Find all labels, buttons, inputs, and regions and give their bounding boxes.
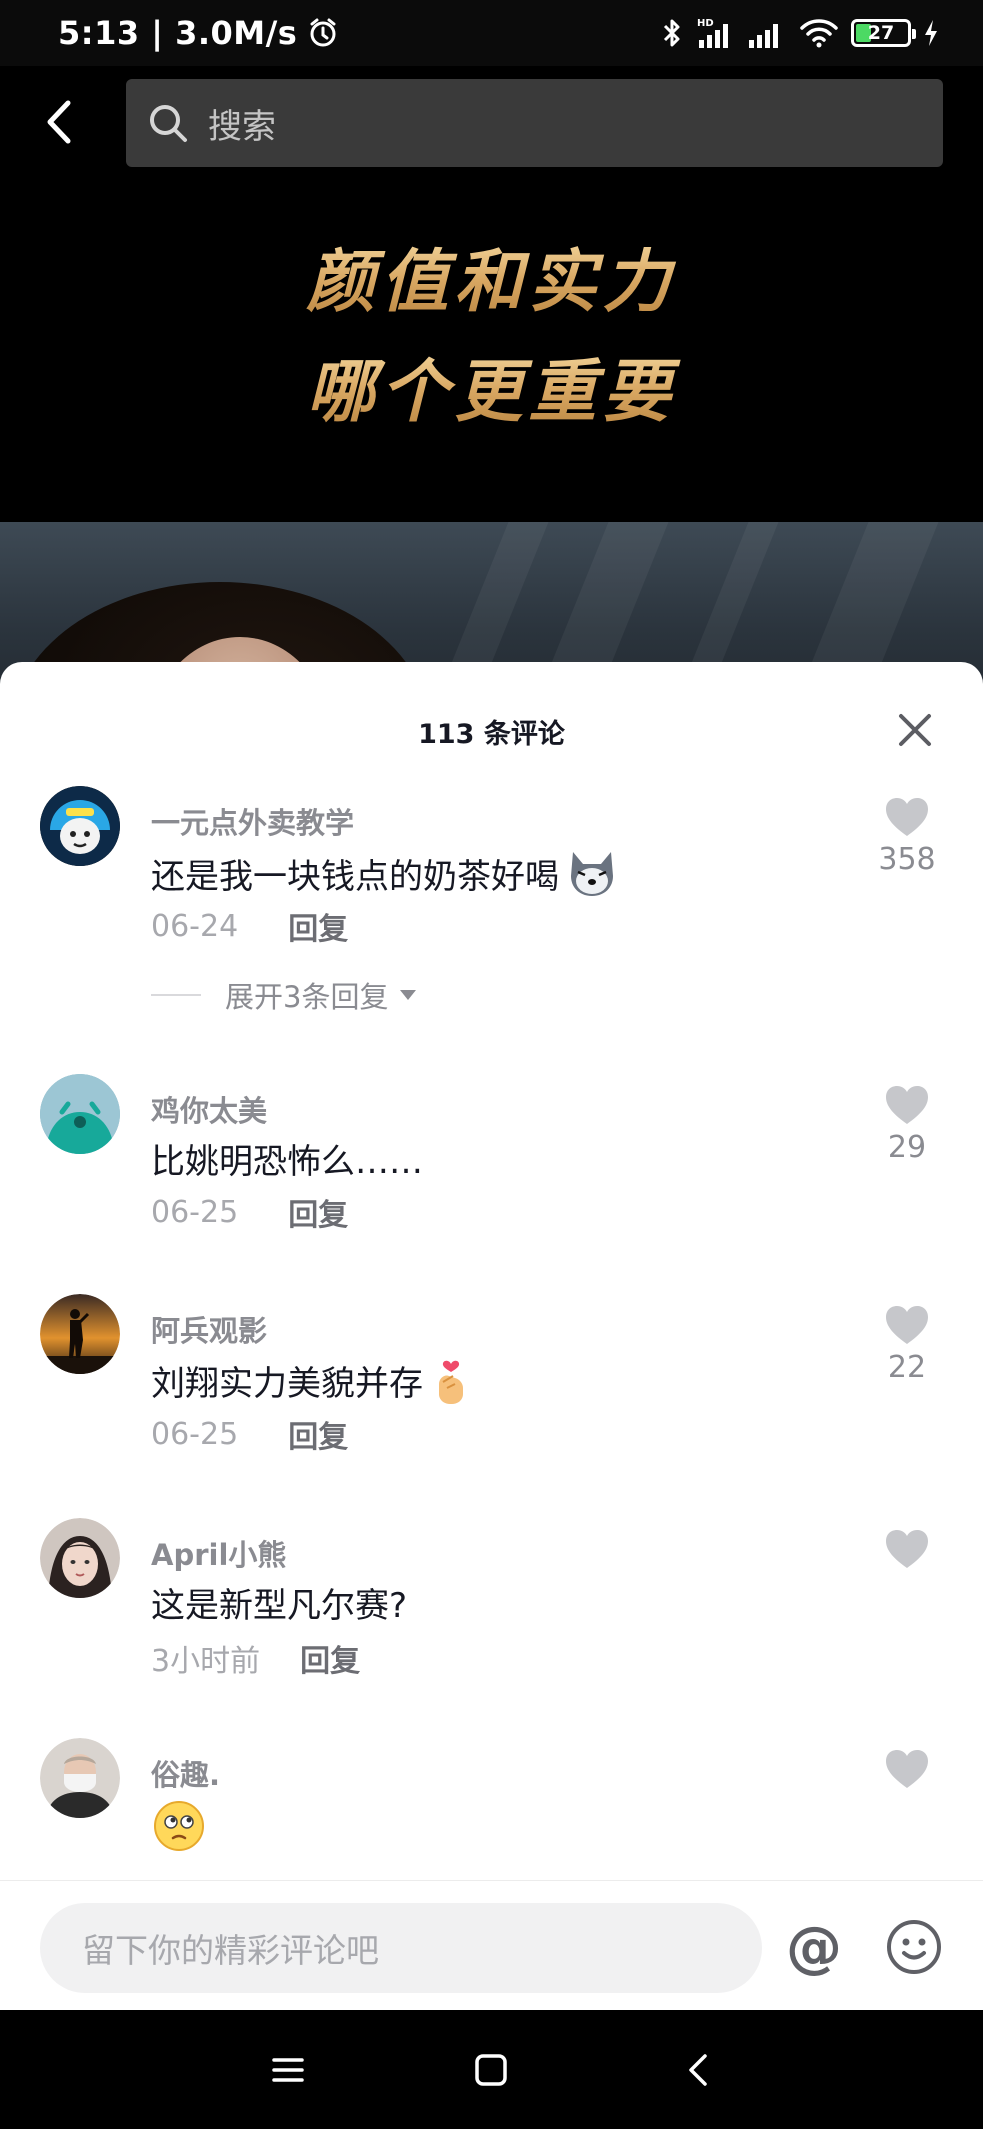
- video-overlay-title-line-1: 颜值和实力: [0, 226, 983, 325]
- comment-username[interactable]: April小熊: [151, 1532, 286, 1574]
- like-area[interactable]: 358: [867, 796, 947, 877]
- heart-icon[interactable]: [884, 1748, 930, 1790]
- wifi-icon: [800, 19, 838, 48]
- comment-username[interactable]: 俗趣.: [151, 1752, 220, 1794]
- comment-meta: 06-24 回复: [151, 904, 348, 948]
- bluetooth-icon: [663, 19, 680, 47]
- video-overlay-title-line-2: 哪个更重要: [0, 336, 983, 435]
- back-button[interactable]: [30, 92, 90, 152]
- like-count: 22: [887, 1350, 927, 1385]
- home-button[interactable]: [461, 2040, 521, 2100]
- masked-person-avatar-icon: [40, 1738, 120, 1818]
- like-area[interactable]: [867, 1528, 947, 1574]
- comment-sheet: 113 条评论 一元点外卖教学 还是我一块钱点的奶茶好喝 06-24 回复 35…: [0, 662, 983, 2010]
- avatar[interactable]: [40, 1294, 120, 1374]
- dog-emoji-icon: [565, 846, 619, 900]
- comment-text-body: 比姚明恐怖么……: [151, 1142, 423, 1182]
- comment-item: 一元点外卖教学 还是我一块钱点的奶茶好喝 06-24 回复 358 展开3条回复: [0, 782, 983, 1014]
- mention-button[interactable]: @: [782, 1911, 846, 1983]
- search-placeholder: 搜索: [208, 106, 276, 147]
- girl-avatar-icon: [40, 1518, 120, 1598]
- search-bar[interactable]: 搜索: [126, 79, 943, 167]
- comment-text: 比姚明恐怖么……: [151, 1134, 423, 1183]
- system-navigation-bar: [0, 2010, 983, 2129]
- comment-item: 俗趣.: [0, 1734, 983, 1874]
- comment-input[interactable]: 留下你的精彩评论吧: [40, 1903, 762, 1993]
- comment-item: 鸡你太美 比姚明恐怖么…… 06-25 回复 29: [0, 1070, 983, 1240]
- like-area[interactable]: 29: [867, 1084, 947, 1165]
- comment-text: 这是新型凡尔赛?: [151, 1578, 407, 1627]
- search-icon: [150, 105, 187, 142]
- heart-icon[interactable]: [884, 1084, 930, 1126]
- reply-button[interactable]: 回复: [288, 1412, 348, 1456]
- avatar[interactable]: [40, 1738, 120, 1818]
- comment-meta: 3小时前 回复: [151, 1636, 360, 1680]
- comment-text: 刘翔实力美貌并存: [151, 1354, 473, 1406]
- thinking-face-emoji-icon: [151, 1798, 207, 1854]
- reply-button[interactable]: 回复: [300, 1636, 360, 1680]
- comment-text: 还是我一块钱点的奶茶好喝: [151, 846, 619, 900]
- alarm-icon: [310, 18, 336, 47]
- comment-username[interactable]: 鸡你太美: [151, 1088, 267, 1130]
- comment-count-title: 113 条评论: [418, 719, 565, 750]
- emoji-button[interactable]: [878, 1911, 950, 1983]
- at-icon: @: [786, 1914, 842, 1980]
- menu-icon: [272, 2058, 304, 2082]
- helmet-avatar-icon: [40, 786, 120, 866]
- close-icon: [899, 714, 931, 746]
- home-square-icon: [475, 2054, 507, 2086]
- expand-replies-label: 展开3条回复: [225, 980, 389, 1014]
- comment-meta: 06-25 回复: [151, 1190, 348, 1234]
- status-right: HD 27: [661, 12, 939, 54]
- system-back-button[interactable]: [668, 2040, 728, 2100]
- avatar[interactable]: [40, 1518, 120, 1598]
- reply-button[interactable]: 回复: [288, 904, 348, 948]
- heart-icon[interactable]: [884, 1304, 930, 1346]
- comment-item: 阿兵观影 刘翔实力美貌并存 06-25 回复 22: [0, 1290, 983, 1460]
- comment-date: 06-25: [151, 1194, 239, 1230]
- like-area[interactable]: 22: [867, 1304, 947, 1385]
- signal-icon: [749, 24, 778, 48]
- menu-button[interactable]: [258, 2040, 318, 2100]
- comment-input-placeholder: 留下你的精彩评论吧: [82, 1931, 379, 1970]
- comment-username[interactable]: 一元点外卖教学: [151, 800, 354, 842]
- comment-username[interactable]: 阿兵观影: [151, 1308, 267, 1350]
- like-count: 29: [887, 1130, 927, 1165]
- back-arrow-icon: [47, 100, 71, 144]
- status-left: 5:13 | 3.0M/s: [58, 12, 339, 54]
- comment-date: 3小时前: [151, 1644, 261, 1679]
- smiley-icon: [887, 1920, 941, 1974]
- like-count: 358: [878, 842, 936, 877]
- avatar[interactable]: [40, 786, 120, 866]
- battery-level: 27: [867, 22, 895, 44]
- status-time-speed: 5:13 | 3.0M/s: [58, 14, 298, 52]
- battery-indicator: 27: [851, 19, 916, 47]
- comment-text-body: 还是我一块钱点的奶茶好喝: [151, 856, 559, 897]
- monster-avatar-icon: [40, 1074, 120, 1154]
- hd-signal-icon: HD: [697, 18, 728, 48]
- charging-icon: [925, 20, 937, 46]
- comment-input-bar: 留下你的精彩评论吧 @: [0, 1880, 983, 2010]
- finger-heart-emoji-icon: [429, 1354, 473, 1406]
- comment-date: 06-24: [151, 908, 239, 944]
- status-bar: 5:13 | 3.0M/s HD 27: [0, 0, 983, 66]
- like-area[interactable]: [867, 1748, 947, 1794]
- avatar[interactable]: [40, 1074, 120, 1154]
- heart-icon[interactable]: [884, 796, 930, 838]
- reply-button[interactable]: 回复: [288, 1190, 348, 1234]
- comment-date: 06-25: [151, 1416, 239, 1452]
- comment-text: [151, 1798, 207, 1854]
- comment-text-body: 这是新型凡尔赛?: [151, 1586, 408, 1626]
- comment-item: April小熊 这是新型凡尔赛? 3小时前 回复: [0, 1514, 983, 1684]
- sunset-soldier-avatar-icon: [40, 1294, 120, 1374]
- caret-down-icon: [400, 990, 417, 1000]
- heart-icon[interactable]: [884, 1528, 930, 1570]
- comment-meta: 06-25 回复: [151, 1412, 348, 1456]
- back-triangle-icon: [689, 2054, 707, 2086]
- comment-text-body: 刘翔实力美貌并存: [151, 1363, 423, 1404]
- expand-replies-button[interactable]: 展开3条回复: [151, 974, 418, 1016]
- close-button[interactable]: [887, 702, 943, 758]
- hd-label: HD: [697, 18, 714, 29]
- expand-divider: [151, 994, 201, 996]
